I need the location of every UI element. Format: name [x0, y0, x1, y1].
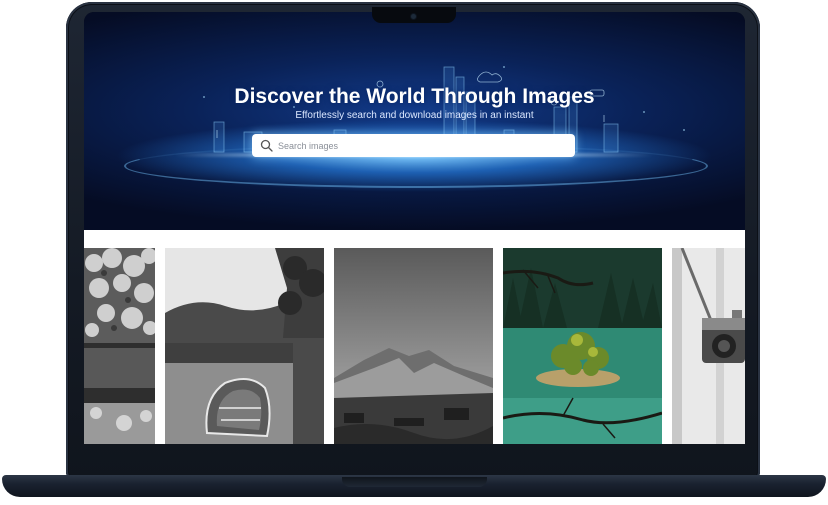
image-gallery: [84, 230, 745, 444]
search-icon: [260, 139, 273, 152]
laptop-screen: Discover the World Through Images Effort…: [84, 12, 745, 444]
gallery-image-camera-on-stand[interactable]: [672, 248, 745, 444]
hero-subtitle: Effortlessly search and download images …: [295, 110, 534, 121]
gallery-image-island-lake[interactable]: [503, 248, 662, 444]
gallery-image-rowboat-lake[interactable]: [165, 248, 324, 444]
city-skyline-illustration: [203, 66, 685, 153]
gallery-image-forest-lake[interactable]: [84, 248, 155, 444]
gallery-image-mountain-range[interactable]: [334, 248, 493, 444]
hero-banner: Discover the World Through Images Effort…: [84, 12, 745, 230]
search-input[interactable]: [278, 137, 568, 154]
webcam-icon: [411, 14, 416, 19]
laptop-base-groove: [342, 477, 487, 487]
hero-title: Discover the World Through Images: [234, 85, 595, 108]
search-bar[interactable]: [252, 134, 575, 157]
